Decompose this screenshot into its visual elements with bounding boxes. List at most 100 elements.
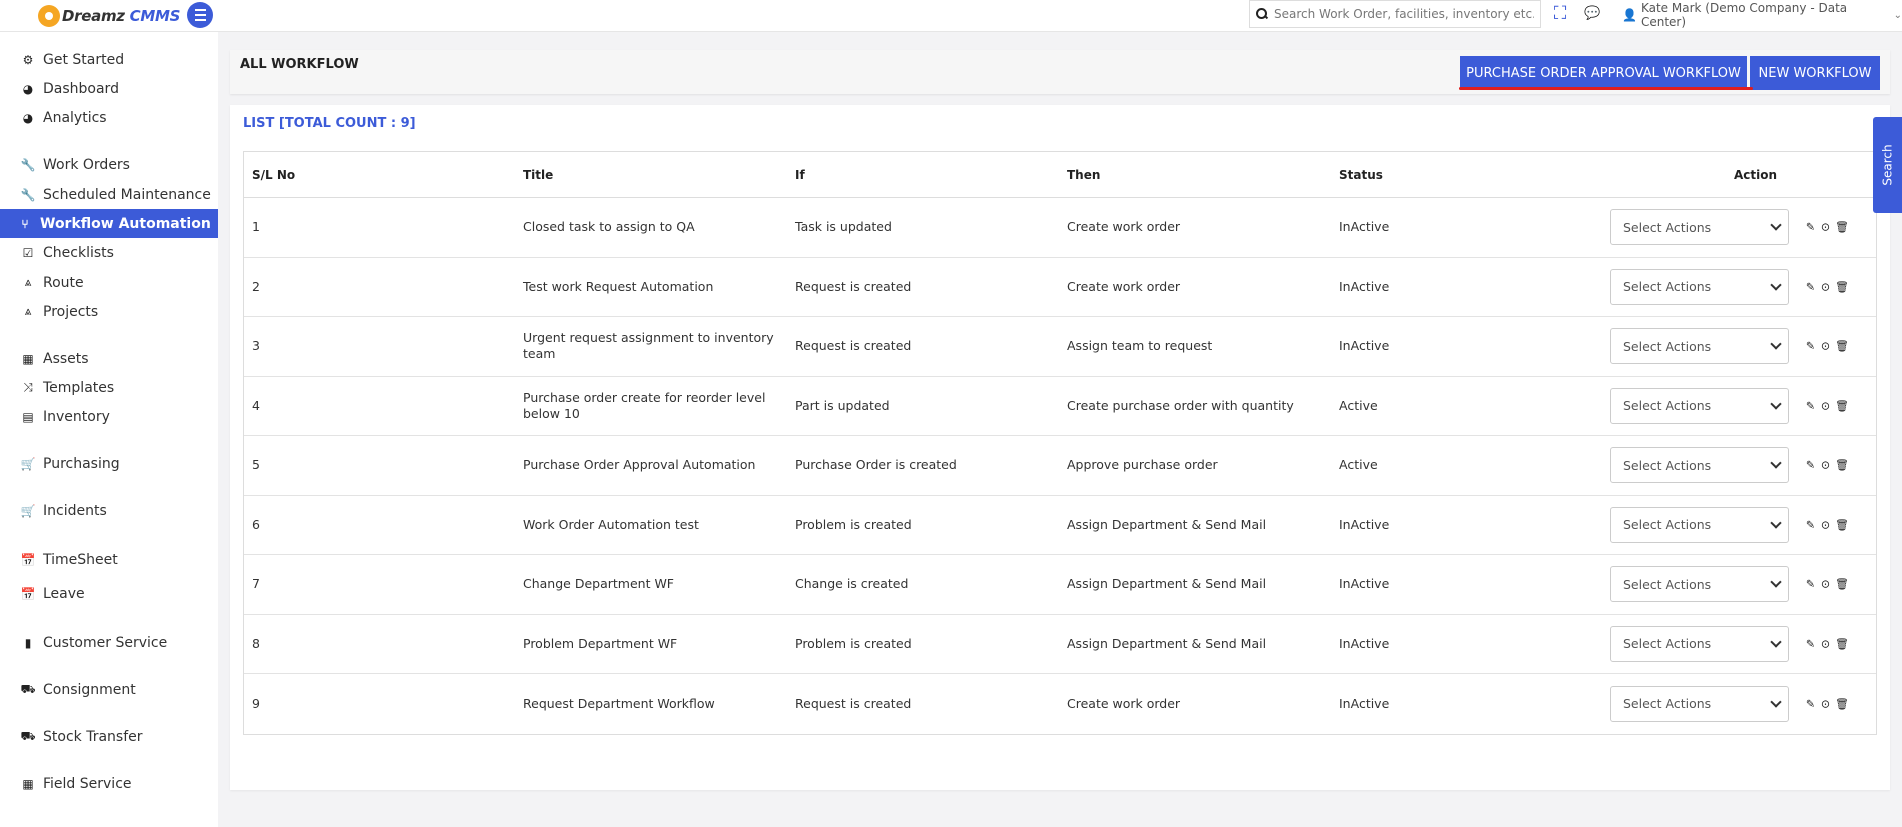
sidebar-item-dashboard[interactable]: ◕ Dashboard [0,74,218,103]
sidebar-item-work-orders[interactable]: 🔧 Work Orders [0,150,218,179]
cell-status: InActive [1339,576,1390,592]
cell-if: Part is updated [795,397,890,413]
select-actions-dropdown[interactable]: Select Actions [1610,268,1789,305]
edit-icon[interactable]: ✎ [1805,637,1816,650]
table-header: S/L No Title If Then Status Action [244,152,1876,198]
edit-icon[interactable]: ✎ [1805,459,1816,472]
cell-status: InActive [1339,219,1390,235]
select-actions-dropdown[interactable]: Select Actions [1610,685,1789,722]
sidebar-item-label: Leave [43,585,85,602]
sidebar-item-assets[interactable]: ▦ Assets [0,344,218,373]
edit-icon[interactable]: ✎ [1805,221,1816,234]
sidebar-item-projects[interactable]: ⩓ Projects [0,297,218,326]
select-actions-label: Select Actions [1623,219,1712,235]
row-action-icons: ✎ ⊙ 🗑 [1805,280,1849,293]
cell-then: Assign Department & Send Mail [1067,635,1267,651]
sidebar-item-get-started[interactable]: ⚙ Get Started [0,45,218,74]
row-action-icons: ✎ ⊙ 🗑 [1805,399,1849,412]
sidebar-item-label: Projects [43,303,99,320]
edit-icon[interactable]: ✎ [1805,578,1816,591]
select-actions-dropdown[interactable]: Select Actions [1610,209,1789,246]
check-circle-icon[interactable]: ⊙ [1820,518,1831,531]
search-icon [1256,8,1268,20]
cell-then: Create work order [1067,278,1181,294]
cart-icon: 🛒 [20,456,36,471]
workflow-icon: ⑂ [21,216,29,231]
trash-icon[interactable]: 🗑 [1835,697,1849,710]
side-search-tab[interactable]: Search [1873,117,1902,213]
logo-text: Dreamz CMMS [62,7,180,25]
user-menu[interactable]: 👤 Kate Mark (Demo Company - Data Center)… [1622,1,1902,29]
cell-title: Change Department WF [523,576,674,592]
cell-if: Request is created [795,338,912,354]
sidebar-item-route[interactable]: ⩓ Route [0,268,218,297]
app-logo[interactable]: Dreamz CMMS [38,4,180,28]
sidebar-item-inventory[interactable]: ▤ Inventory [0,402,218,431]
sidebar-item-purchasing[interactable]: 🛒 Purchasing [0,449,218,478]
check-circle-icon[interactable]: ⊙ [1820,578,1831,591]
select-actions-dropdown[interactable]: Select Actions [1610,506,1789,543]
select-actions-label: Select Actions [1623,636,1712,652]
edit-icon[interactable]: ✎ [1805,280,1816,293]
check-circle-icon[interactable]: ⊙ [1820,697,1831,710]
edit-icon[interactable]: ✎ [1805,518,1816,531]
trash-icon[interactable]: 🗑 [1835,340,1849,353]
sidebar-item-stock-transfer[interactable]: ⛟ Stock Transfer [0,722,218,751]
trash-icon[interactable]: 🗑 [1835,280,1849,293]
sidebar-item-incidents[interactable]: 🛒 Incidents [0,496,218,525]
check-circle-icon[interactable]: ⊙ [1820,399,1831,412]
purchase-order-approval-workflow-button[interactable]: PURCHASE ORDER APPROVAL WORKFLOW [1460,56,1747,90]
road-icon: ⩓ [24,275,32,289]
list-title: LIST [TOTAL COUNT : 9] [243,116,416,131]
chevron-down-icon [1770,517,1782,529]
sidebar: ⚙ Get Started ◕ Dashboard ◕ Analytics 🔧 Work… [0,32,218,827]
check-circle-icon[interactable]: ⊙ [1820,459,1831,472]
row-action-icons: ✎ ⊙ 🗑 [1805,578,1849,591]
sidebar-item-customer-service[interactable]: ▮ Customer Service [0,628,218,657]
sidebar-item-consignment[interactable]: ⛟ Consignment [0,675,218,704]
check-circle-icon[interactable]: ⊙ [1820,340,1831,353]
select-actions-dropdown[interactable]: Select Actions [1610,625,1789,662]
sidebar-item-scheduled-maintenance[interactable]: 🔧 Scheduled Maintenance [0,180,218,209]
sidebar-item-workflow-automation[interactable]: ⑂ Workflow Automation [0,209,218,238]
global-search-input[interactable] [1274,7,1534,21]
select-actions-dropdown[interactable]: Select Actions [1610,447,1789,484]
trash-icon[interactable]: 🗑 [1835,399,1849,412]
new-workflow-button[interactable]: NEW WORKFLOW [1750,56,1880,90]
check-circle-icon[interactable]: ⊙ [1820,221,1831,234]
check-circle-icon[interactable]: ⊙ [1820,637,1831,650]
sidebar-item-field-service[interactable]: ▦ Field Service [0,769,218,798]
sidebar-item-label: Consignment [43,681,136,698]
calendar-icon: 📅 [20,586,36,601]
check-circle-icon[interactable]: ⊙ [1820,280,1831,293]
select-actions-dropdown[interactable]: Select Actions [1610,328,1789,365]
scan-icon[interactable]: ⛶ [1550,4,1570,24]
building-icon: ▦ [22,776,34,791]
calendar-icon: 📅 [20,552,36,567]
sidebar-item-templates[interactable]: ⤨ Templates [0,373,218,402]
edit-icon[interactable]: ✎ [1805,340,1816,353]
page-title: ALL WORKFLOW [240,57,359,72]
select-actions-label: Select Actions [1623,517,1712,533]
edit-icon[interactable]: ✎ [1805,399,1816,412]
chevron-down-icon [1770,636,1782,648]
table-row: 4 Purchase order create for reorder level… [244,377,1876,436]
cell-status: InActive [1339,695,1390,711]
trash-icon[interactable]: 🗑 [1835,578,1849,591]
menu-toggle-button[interactable] [187,2,213,28]
sidebar-item-checklists[interactable]: ☑ Checklists [0,238,218,267]
trash-icon[interactable]: 🗑 [1835,637,1849,650]
sidebar-item-timesheet[interactable]: 📅 TimeSheet [0,545,218,574]
sidebar-item-analytics[interactable]: ◕ Analytics [0,103,218,132]
trash-icon[interactable]: 🗑 [1835,459,1849,472]
trash-icon[interactable]: 🗑 [1835,518,1849,531]
sidebar-item-leave[interactable]: 📅 Leave [0,579,218,608]
cell-then: Create work order [1067,219,1181,235]
select-actions-dropdown[interactable]: Select Actions [1610,566,1789,603]
edit-icon[interactable]: ✎ [1805,697,1816,710]
wrench-icon: 🔧 [20,187,36,202]
chat-icon[interactable]: 💬 [1584,6,1600,22]
select-actions-dropdown[interactable]: Select Actions [1610,387,1789,424]
trash-icon[interactable]: 🗑 [1835,221,1849,234]
sidebar-item-label: Get Started [43,51,125,68]
